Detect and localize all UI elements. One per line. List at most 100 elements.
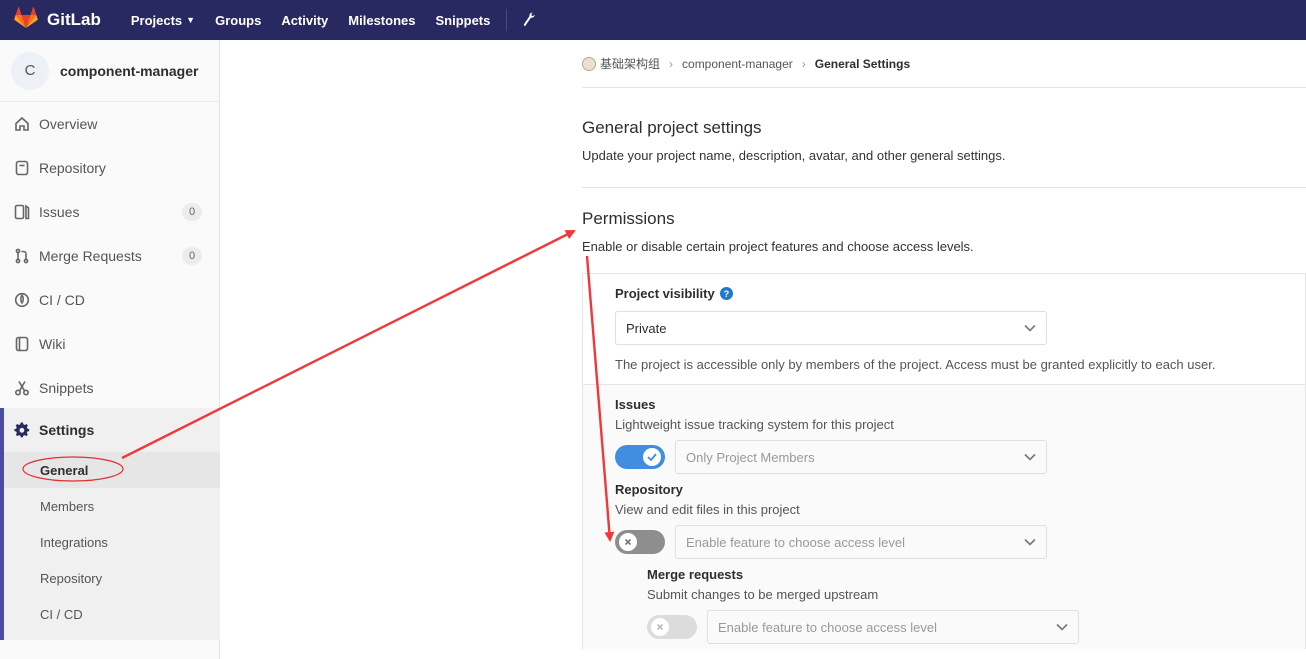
chevron-down-icon [1024, 538, 1036, 546]
nav-divider [506, 9, 508, 31]
section-title: Permissions [582, 209, 675, 228]
wrench-icon[interactable] [523, 12, 537, 28]
issues-access-select[interactable]: Only Project Members [675, 440, 1047, 474]
feature-settings: Issues Lightweight issue tracking system… [583, 385, 1305, 649]
chevron-down-icon [1024, 324, 1036, 332]
feature-name: Repository [615, 482, 683, 497]
brand-name: GitLab [47, 10, 101, 29]
book-icon [13, 335, 31, 353]
feature-description: Submit changes to be merged upstream [647, 587, 879, 602]
settings-sub-repository[interactable]: Repository [4, 560, 220, 596]
nav-links: Projects ▼ Groups Activity Milestones Sn… [131, 9, 538, 31]
settings-sub-members[interactable]: Members [4, 488, 220, 524]
settings-sub-general[interactable]: General [4, 452, 220, 488]
close-icon [651, 618, 669, 636]
nav-groups[interactable]: Groups [215, 13, 261, 28]
question-circle-icon[interactable]: ? [719, 287, 733, 300]
sidebar-item-overview[interactable]: Overview [0, 102, 219, 146]
visibility-select[interactable]: Private [615, 311, 1047, 345]
merge-request-icon [13, 247, 31, 265]
nav-projects[interactable]: Projects ▼ [131, 13, 195, 28]
feature-description: Lightweight issue tracking system for th… [615, 417, 894, 432]
feature-issues: Issues Lightweight issue tracking system… [615, 397, 1273, 474]
feature-name: Merge requests [647, 567, 744, 582]
section-description: Enable or disable certain project featur… [582, 239, 974, 254]
chevron-down-icon [1056, 623, 1068, 631]
permissions-section: Permissions Enable or disable certain pr… [582, 188, 1306, 649]
sidebar-item-label: CI / CD [39, 292, 85, 308]
check-icon [643, 448, 661, 466]
sidebar-item-label: Repository [39, 160, 106, 176]
breadcrumb-group[interactable]: 基础架构组 [600, 55, 660, 72]
close-icon [619, 533, 637, 551]
section-description: Update your project name, description, a… [582, 148, 1006, 163]
visibility-help-text: The project is accessible only by member… [615, 357, 1216, 372]
feature-controls: Enable feature to choose access level [615, 525, 1273, 559]
permissions-panel: Project visibility ? Private The project… [582, 273, 1306, 649]
nav-milestones[interactable]: Milestones [348, 13, 415, 28]
sidebar-item-label: Merge Requests [39, 248, 142, 264]
sidebar-project-header[interactable]: C component-manager [0, 40, 219, 102]
feature-controls: Enable feature to choose access level [647, 610, 1273, 644]
breadcrumb-current: General Settings [814, 56, 911, 71]
svg-text:?: ? [723, 289, 729, 299]
home-icon [13, 115, 31, 133]
sidebar-item-settings[interactable]: Settings [4, 408, 220, 452]
chevron-down-icon: ▼ [186, 15, 196, 25]
sidebar-item-snippets[interactable]: Snippets [0, 366, 219, 410]
issues-count-badge: 0 [182, 203, 202, 221]
issues-toggle[interactable] [615, 445, 665, 469]
section-title: General project settings [582, 118, 762, 137]
avatar: C [11, 51, 49, 90]
merge-requests-toggle[interactable] [647, 615, 697, 639]
feature-merge-requests: Merge requests Submit changes to be merg… [615, 567, 1273, 644]
sidebar-item-label: Issues [39, 204, 80, 220]
gear-icon [13, 421, 31, 439]
settings-nav-group: Settings General Members Integrations Re… [0, 408, 220, 640]
settings-submenu: General Members Integrations Repository … [4, 452, 220, 632]
sidebar-item-ci-cd[interactable]: CI / CD [0, 278, 219, 322]
general-settings-section: General project settings Update your pro… [582, 88, 1306, 188]
issues-icon [13, 203, 31, 221]
sidebar-item-repository[interactable]: Repository [0, 146, 219, 190]
repository-toggle[interactable] [615, 530, 665, 554]
doc-icon [13, 159, 31, 177]
top-navbar: GitLab Projects ▼ Groups Activity Milest… [0, 0, 1306, 40]
breadcrumb: 基础架构组 › component-manager › General Sett… [582, 40, 1306, 88]
breadcrumb-project[interactable]: component-manager [682, 57, 793, 71]
merge-requests-access-value: Enable feature to choose access level [718, 619, 937, 635]
feature-description: View and edit files in this project [615, 502, 800, 517]
sidebar-item-label: Snippets [39, 380, 94, 396]
visibility-select-value: Private [626, 320, 667, 336]
chevron-right-icon: › [801, 56, 806, 71]
sidebar-item-label: Overview [39, 116, 98, 132]
project-name: component-manager [60, 62, 199, 79]
sidebar-item-merge-requests[interactable]: Merge Requests 0 [0, 234, 219, 278]
visibility-label: Project visibility ? [615, 286, 1273, 301]
brand-link[interactable]: GitLab [14, 6, 101, 34]
feature-repository: Repository View and edit files in this p… [615, 482, 1273, 559]
sidebar-item-issues[interactable]: Issues 0 [0, 190, 219, 234]
sidebar-item-label: Wiki [39, 336, 66, 352]
settings-sub-integrations[interactable]: Integrations [4, 524, 220, 560]
rocket-icon [13, 291, 31, 309]
issues-access-value: Only Project Members [686, 449, 815, 465]
nav-projects-label: Projects [130, 12, 183, 28]
main-content: 基础架构组 › component-manager › General Sett… [582, 40, 1306, 649]
sidebar: C component-manager Overview Repository … [0, 40, 220, 659]
repository-access-select[interactable]: Enable feature to choose access level [675, 525, 1047, 559]
chevron-right-icon: › [669, 56, 674, 71]
merge-requests-access-select[interactable]: Enable feature to choose access level [707, 610, 1079, 644]
scissors-icon [13, 379, 31, 397]
visibility-group: Project visibility ? Private The project… [583, 274, 1305, 385]
feature-name: Issues [615, 397, 656, 412]
sidebar-item-label: Settings [39, 422, 95, 438]
settings-sub-ci-cd[interactable]: CI / CD [4, 596, 220, 632]
nav-activity[interactable]: Activity [281, 13, 328, 28]
sidebar-item-wiki[interactable]: Wiki [0, 322, 219, 366]
merge-requests-count-badge: 0 [182, 247, 202, 265]
repository-access-value: Enable feature to choose access level [686, 534, 905, 550]
nav-snippets[interactable]: Snippets [435, 13, 490, 28]
feature-controls: Only Project Members [615, 440, 1273, 474]
visibility-label-text: Project visibility [615, 286, 715, 301]
